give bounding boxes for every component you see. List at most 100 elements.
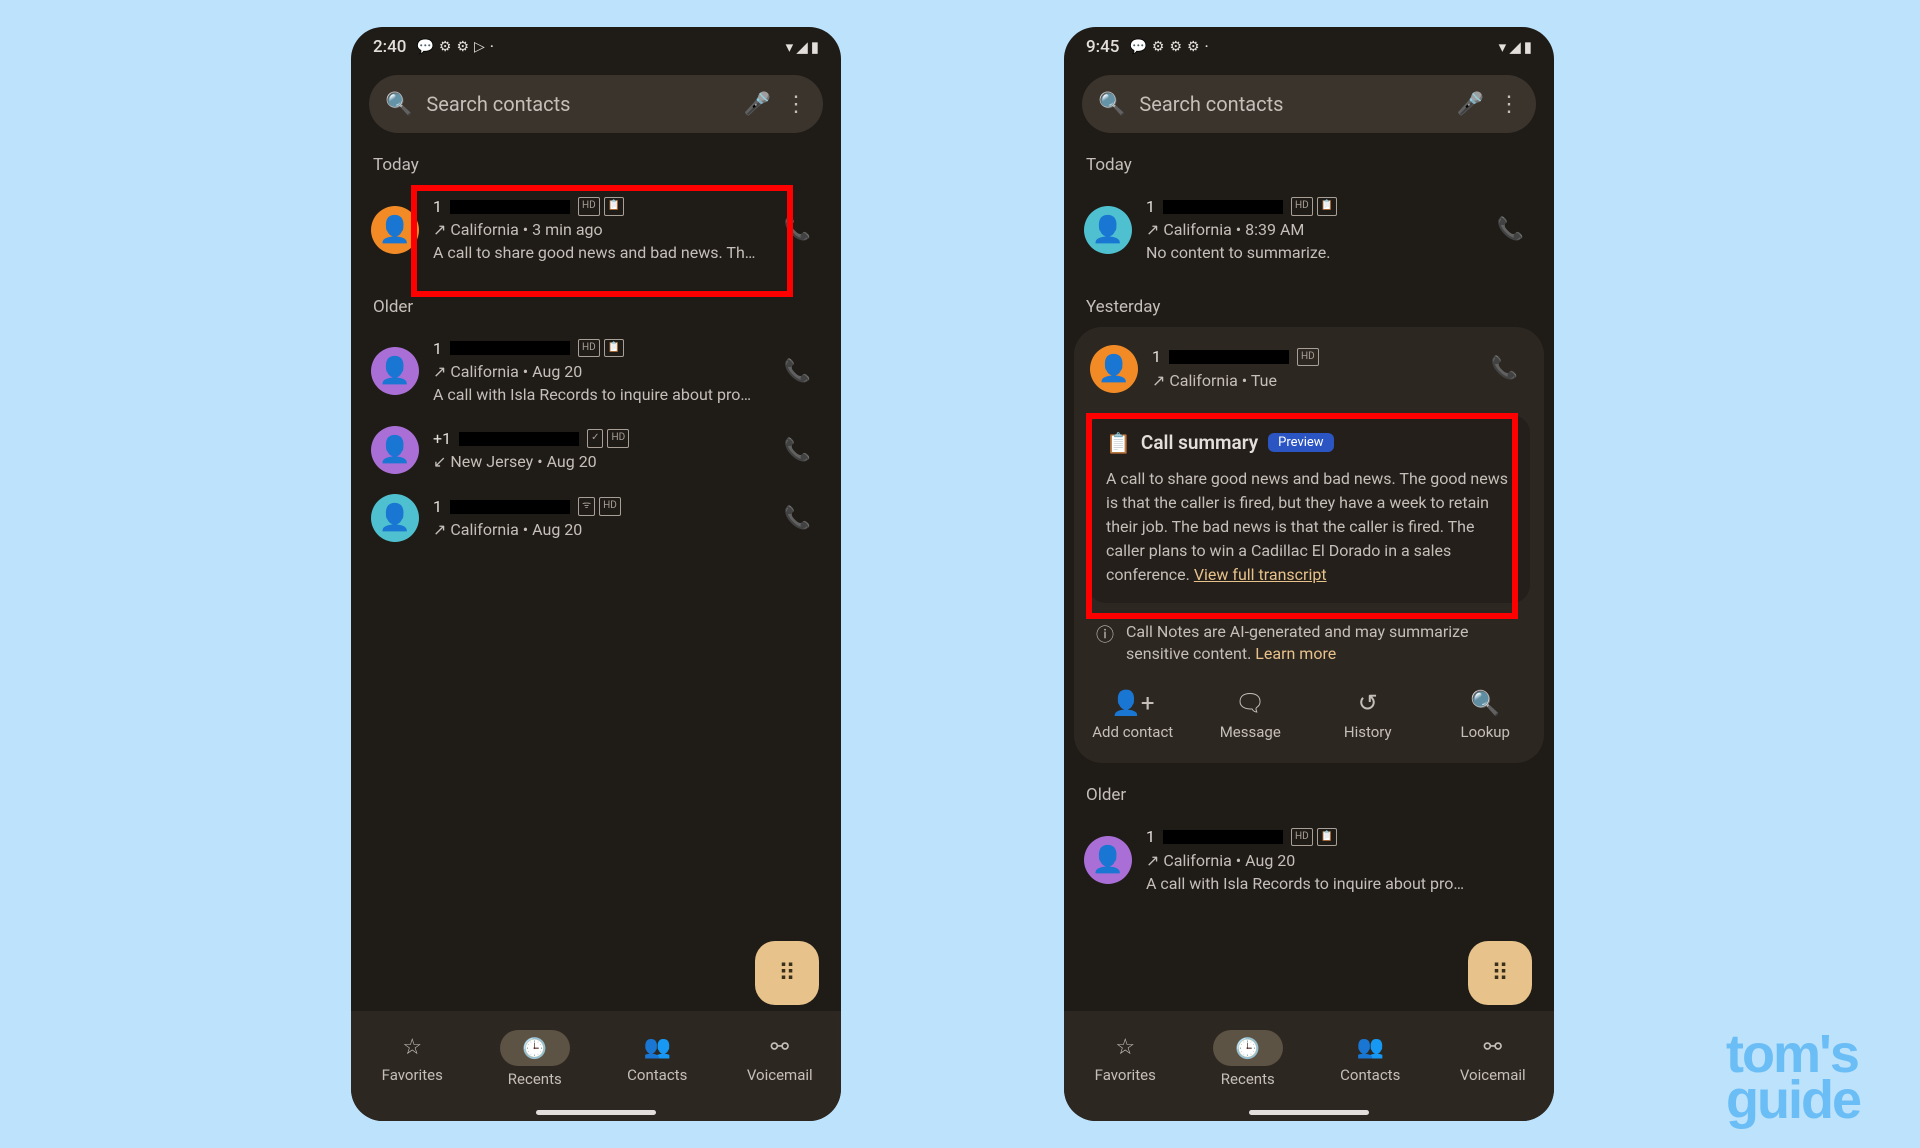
- voicemail-icon: ⚯: [1438, 1035, 1548, 1060]
- dialpad-fab[interactable]: ⠿: [1468, 941, 1532, 1005]
- battery-icon: ▮: [1524, 38, 1532, 56]
- search-bar[interactable]: 🔍 Search contacts 🎤 ⋮: [369, 75, 823, 133]
- avatar[interactable]: 👤: [371, 347, 419, 395]
- section-today: Today: [351, 133, 841, 185]
- avatar[interactable]: 👤: [1090, 345, 1138, 393]
- search-placeholder: Search contacts: [426, 92, 729, 116]
- info-icon: ⓘ: [1096, 621, 1114, 666]
- call-back-button[interactable]: 📞: [774, 349, 821, 394]
- status-bar: 2:40 💬 ⚙ ⚙ ▷ · ▾ ◢ ▮: [351, 27, 841, 67]
- clock-icon: 🕒: [1213, 1030, 1283, 1066]
- status-icons-left: 💬 ⚙ ⚙ ⚙ ·: [1129, 39, 1208, 55]
- status-icons-left: 💬 ⚙ ⚙ ▷ ·: [416, 39, 493, 55]
- mic-icon[interactable]: 🎤: [744, 92, 771, 117]
- wifi-icon: ▾: [1499, 38, 1507, 56]
- mic-icon[interactable]: 🎤: [1457, 92, 1484, 117]
- redacted-number: [450, 341, 570, 355]
- search-icon: 🔍: [385, 92, 412, 117]
- star-icon: ☆: [1070, 1035, 1180, 1060]
- action-message[interactable]: 🗨Message: [1205, 689, 1295, 741]
- call-actions: 👤+Add contact 🗨Message ↺History 🔍Lookup: [1074, 675, 1544, 745]
- call-row[interactable]: 👤 1 ᯤHD ↗ California • Aug 20 📞: [351, 484, 841, 552]
- avatar[interactable]: 👤: [371, 494, 419, 542]
- redacted-number: [1163, 200, 1283, 214]
- status-time: 2:40: [373, 37, 406, 57]
- status-icons-right: ▾ ◢ ▮: [1499, 38, 1532, 56]
- section-older: Older: [351, 275, 841, 327]
- outgoing-icon: ↗: [1146, 851, 1159, 870]
- call-back-button[interactable]: 📞: [1487, 207, 1534, 252]
- call-summary-block: 📋 Call summary Preview A call to share g…: [1088, 415, 1530, 603]
- call-badges: HD 📋: [578, 197, 624, 216]
- gesture-bar: [536, 1110, 656, 1115]
- phone-screen-left: 2:40 💬 ⚙ ⚙ ▷ · ▾ ◢ ▮ 🔍 Search contacts 🎤…: [351, 27, 841, 1121]
- nav-contacts[interactable]: 👥Contacts: [602, 1035, 712, 1084]
- section-yesterday: Yesterday: [1064, 275, 1554, 327]
- nav-recents[interactable]: 🕒Recents: [480, 1030, 590, 1088]
- outgoing-icon: ↗: [433, 362, 446, 381]
- redacted-number: [1169, 350, 1289, 364]
- call-back-button[interactable]: 📞: [1481, 346, 1528, 391]
- redacted-number: [450, 200, 570, 214]
- call-row[interactable]: 👤 1 HD📋 ↗ California • Aug 20 A call wit…: [1064, 815, 1554, 905]
- call-row[interactable]: 👤 1 HD📋 ↗ California • Aug 20 A call wit…: [351, 327, 841, 417]
- call-row[interactable]: 👤 +1 ✓HD ↙ New Jersey • Aug 20 📞: [351, 416, 841, 484]
- battery-icon: ▮: [811, 38, 819, 56]
- expanded-call-card: 👤 1 HD ↗ California • Tue 📞 📋 Call summa…: [1074, 327, 1544, 764]
- nav-voicemail[interactable]: ⚯Voicemail: [1438, 1035, 1548, 1084]
- lookup-icon: 🔍: [1440, 689, 1530, 717]
- outgoing-icon: ↗: [433, 218, 446, 241]
- history-icon: ↺: [1323, 689, 1413, 717]
- nav-favorites[interactable]: ☆Favorites: [357, 1035, 467, 1084]
- view-transcript-link[interactable]: View full transcript: [1194, 565, 1327, 584]
- summary-preview: A call to share good news and bad news. …: [433, 241, 760, 264]
- add-contact-icon: 👤+: [1088, 689, 1178, 717]
- status-icons-right: ▾ ◢ ▮: [786, 38, 819, 56]
- call-back-button[interactable]: 📞: [774, 496, 821, 541]
- avatar[interactable]: 👤: [1084, 206, 1132, 254]
- avatar[interactable]: 👤: [371, 206, 419, 254]
- phone-screen-right: 9:45 💬 ⚙ ⚙ ⚙ · ▾ ◢ ▮ 🔍 Search contacts 🎤…: [1064, 27, 1554, 1121]
- section-older: Older: [1064, 763, 1554, 815]
- call-back-button[interactable]: 📞: [774, 428, 821, 473]
- action-lookup[interactable]: 🔍Lookup: [1440, 689, 1530, 741]
- signal-icon: ◢: [796, 38, 808, 56]
- summary-text: A call to share good news and bad news. …: [1106, 467, 1512, 587]
- nav-voicemail[interactable]: ⚯Voicemail: [725, 1035, 835, 1084]
- redacted-number: [450, 500, 570, 514]
- wifi-icon: ▾: [786, 38, 794, 56]
- summary-title: Call summary: [1141, 431, 1258, 454]
- avatar[interactable]: 👤: [371, 426, 419, 474]
- call-row[interactable]: 👤 1 HD ↗ California • Tue 📞: [1074, 331, 1544, 407]
- redacted-number: [1163, 830, 1283, 844]
- avatar[interactable]: 👤: [1084, 836, 1132, 884]
- signal-icon: ◢: [1509, 38, 1521, 56]
- ai-disclosure: ⓘ Call Notes are AI-generated and may su…: [1074, 611, 1544, 676]
- more-icon[interactable]: ⋮: [1498, 92, 1520, 117]
- call-row[interactable]: 👤 1 HD 📋 ↗ California • 3 min ago A call…: [351, 185, 841, 275]
- dialpad-fab[interactable]: ⠿: [755, 941, 819, 1005]
- nav-recents[interactable]: 🕒Recents: [1193, 1030, 1303, 1088]
- learn-more-link[interactable]: Learn more: [1255, 644, 1336, 663]
- outgoing-icon: ↗: [1152, 371, 1165, 390]
- call-back-button[interactable]: 📞: [774, 207, 821, 252]
- nav-contacts[interactable]: 👥Contacts: [1315, 1035, 1425, 1084]
- action-history[interactable]: ↺History: [1323, 689, 1413, 741]
- section-today: Today: [1064, 133, 1554, 185]
- search-placeholder: Search contacts: [1139, 92, 1442, 116]
- bottom-nav: ☆Favorites 🕒Recents 👥Contacts ⚯Voicemail: [1064, 1011, 1554, 1121]
- nav-favorites[interactable]: ☆Favorites: [1070, 1035, 1180, 1084]
- outgoing-icon: ↗: [433, 520, 446, 539]
- more-icon[interactable]: ⋮: [785, 92, 807, 117]
- search-bar[interactable]: 🔍 Search contacts 🎤 ⋮: [1082, 75, 1536, 133]
- number-prefix: 1: [433, 195, 442, 218]
- search-icon: 🔍: [1098, 92, 1125, 117]
- clock-icon: 🕒: [500, 1030, 570, 1066]
- status-time: 9:45: [1086, 37, 1119, 57]
- message-icon: 🗨: [1205, 689, 1295, 717]
- call-row[interactable]: 👤 1 HD📋 ↗ California • 8:39 AM No conten…: [1064, 185, 1554, 275]
- incoming-icon: ↙: [433, 452, 446, 471]
- watermark: tom's guide: [1726, 1032, 1860, 1124]
- status-bar: 9:45 💬 ⚙ ⚙ ⚙ · ▾ ◢ ▮: [1064, 27, 1554, 67]
- action-add-contact[interactable]: 👤+Add contact: [1088, 689, 1178, 741]
